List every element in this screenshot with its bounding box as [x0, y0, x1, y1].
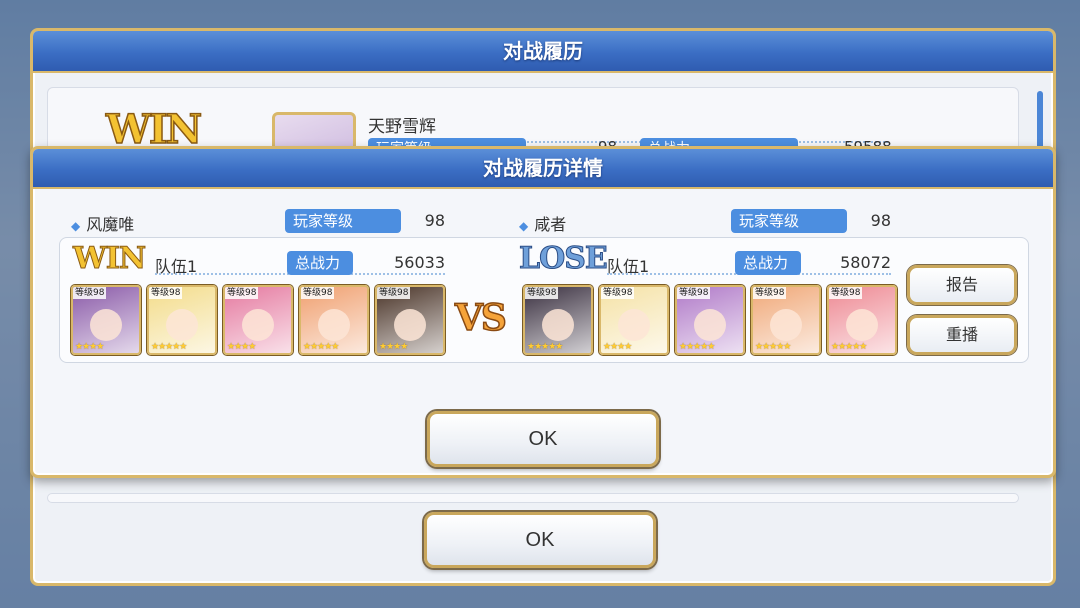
vs-label: VS — [454, 296, 507, 340]
detail-ok-button[interactable]: OK — [427, 411, 659, 467]
unit-level-label: 等级98 — [601, 287, 635, 299]
unit-star-rating: ★★★★ — [379, 342, 408, 352]
unit-level-label: 等级98 — [377, 287, 411, 299]
left-unit-portrait[interactable]: 等级98 ★★★★ — [375, 285, 445, 355]
unit-level-label: 等级98 — [753, 287, 787, 299]
unit-star-rating: ★★★★★ — [679, 342, 715, 352]
replay-button[interactable]: 重播 — [907, 315, 1017, 355]
unit-level-label: 等级98 — [73, 287, 107, 299]
battle-detail-dialog: 对战履历详情 ◆ 风魔唯 玩家等级 98 ◆ 咸者 玩家等级 98 WIN 队伍1 … — [30, 146, 1056, 478]
left-power-label: 总战力 — [287, 251, 353, 275]
right-unit-portrait[interactable]: 等级98 ★★★★★ — [827, 285, 897, 355]
left-unit-portrait[interactable]: 等级98 ★★★★ — [223, 285, 293, 355]
unit-level-label: 等级98 — [301, 287, 335, 299]
unit-star-rating: ★★★★ — [603, 342, 632, 352]
battle-history-title: 对战履历 — [33, 31, 1053, 73]
left-result-label: WIN — [72, 241, 146, 277]
right-player-name: ◆ 咸者 — [519, 211, 719, 240]
unit-level-label: 等级98 — [677, 287, 711, 299]
left-unit-portrait[interactable]: 等级98 ★★★★ — [71, 285, 141, 355]
character-face-icon — [770, 309, 802, 341]
unit-level-label: 等级98 — [225, 287, 259, 299]
back-ok-button[interactable]: OK — [424, 512, 656, 568]
right-level-value: 98 — [870, 211, 891, 230]
diamond-bullet-icon: ◆ — [519, 219, 529, 233]
unit-star-rating: ★★★★★ — [151, 342, 187, 352]
left-power-value: 56033 — [394, 253, 445, 272]
right-level-label: 玩家等级 — [731, 209, 847, 233]
character-face-icon — [846, 309, 878, 341]
character-face-icon — [394, 309, 426, 341]
character-face-icon — [242, 309, 274, 341]
left-level-label: 玩家等级 — [285, 209, 401, 233]
right-result-label: LOSE — [519, 241, 609, 277]
unit-level-label: 等级98 — [829, 287, 863, 299]
right-power-label: 总战力 — [735, 251, 801, 275]
battle-detail-title: 对战履历详情 — [33, 149, 1053, 189]
character-face-icon — [166, 309, 198, 341]
unit-level-label: 等级98 — [525, 287, 559, 299]
unit-star-rating: ★★★★★ — [303, 342, 339, 352]
left-unit-portrait[interactable]: 等级98 ★★★★★ — [147, 285, 217, 355]
right-power-value: 58072 — [840, 253, 891, 272]
right-unit-portrait[interactable]: 等级98 ★★★★ — [599, 285, 669, 355]
character-face-icon — [318, 309, 350, 341]
right-unit-portrait[interactable]: 等级98 ★★★★★ — [751, 285, 821, 355]
right-player-name-text: 咸者 — [534, 215, 567, 234]
unit-star-rating: ★★★★ — [227, 342, 256, 352]
diamond-bullet-icon: ◆ — [71, 219, 81, 233]
right-unit-portrait[interactable]: 等级98 ★★★★★ — [523, 285, 593, 355]
character-face-icon — [618, 309, 650, 341]
right-unit-portrait[interactable]: 等级98 ★★★★★ — [675, 285, 745, 355]
left-player-name-text: 风魔唯 — [86, 215, 135, 234]
unit-star-rating: ★★★★★ — [527, 342, 563, 352]
character-face-icon — [90, 309, 122, 341]
left-player-name: ◆ 风魔唯 — [71, 211, 271, 240]
character-face-icon — [694, 309, 726, 341]
left-level-value: 98 — [424, 211, 445, 230]
unit-level-label: 等级98 — [149, 287, 183, 299]
unit-star-rating: ★★★★★ — [755, 342, 791, 352]
left-unit-portrait[interactable]: 等级98 ★★★★★ — [299, 285, 369, 355]
character-face-icon — [542, 309, 574, 341]
report-button[interactable]: 报告 — [907, 265, 1017, 305]
history-entry-2[interactable] — [47, 493, 1019, 503]
unit-star-rating: ★★★★ — [75, 342, 104, 352]
unit-star-rating: ★★★★★ — [831, 342, 867, 352]
